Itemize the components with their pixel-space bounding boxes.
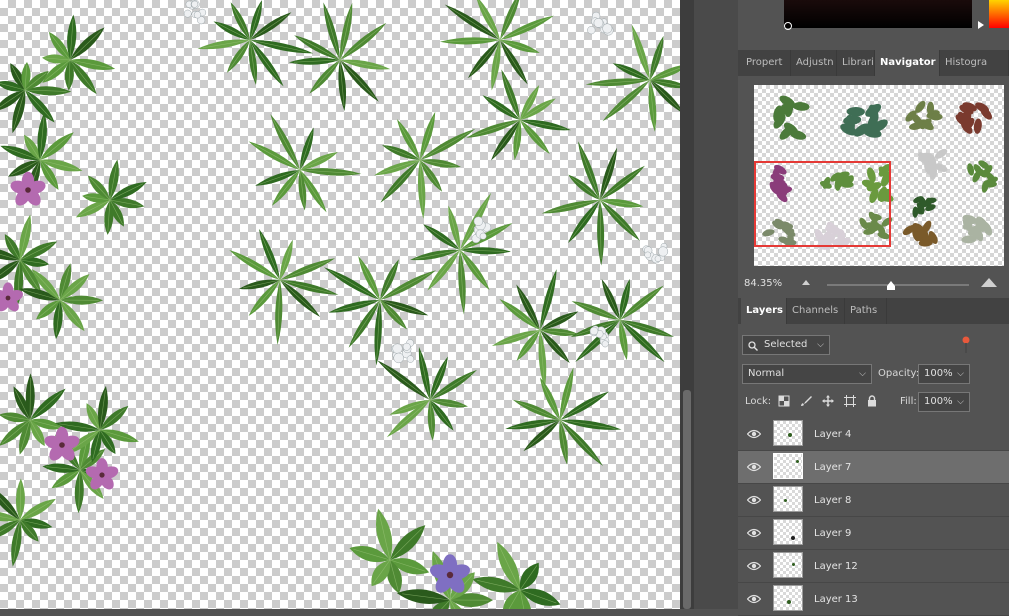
chevron-down-icon: ⌵ bbox=[957, 393, 964, 411]
layer-row[interactable]: Layer 13 bbox=[738, 583, 1009, 616]
lock-label: Lock: bbox=[745, 396, 771, 407]
layer-name[interactable]: Layer 9 bbox=[814, 517, 851, 550]
lock-all-icon[interactable] bbox=[866, 395, 878, 407]
opacity-value: 100% bbox=[924, 368, 953, 379]
chevron-down-icon: ⌵ bbox=[817, 336, 824, 354]
layer-row[interactable]: Layer 7 bbox=[738, 451, 1009, 484]
layer-name[interactable]: Layer 12 bbox=[814, 550, 858, 583]
eye-icon[interactable] bbox=[747, 561, 761, 571]
layer-name[interactable]: Layer 13 bbox=[814, 583, 858, 616]
search-icon bbox=[748, 341, 758, 351]
lock-transparent-pixels-icon[interactable] bbox=[778, 395, 790, 407]
eye-icon[interactable] bbox=[747, 429, 761, 439]
layer-row[interactable]: Layer 9 bbox=[738, 517, 1009, 550]
hue-slider[interactable] bbox=[989, 0, 1009, 28]
color-picker-field[interactable] bbox=[784, 0, 972, 28]
lock-position-icon[interactable] bbox=[822, 395, 834, 407]
panel-dock-gutter bbox=[694, 0, 738, 609]
zoom-out-mountain-icon[interactable] bbox=[802, 280, 810, 285]
tab-adjustments[interactable]: Adjustn bbox=[791, 50, 837, 76]
tab-libraries[interactable]: Librarie bbox=[837, 50, 875, 76]
layer-name[interactable]: Layer 4 bbox=[814, 418, 851, 451]
filter-toggle-icon[interactable] bbox=[961, 336, 971, 354]
eye-icon[interactable] bbox=[747, 462, 761, 472]
zoom-slider-thumb[interactable] bbox=[887, 281, 895, 290]
layer-filter-select[interactable]: Selected ⌵ bbox=[742, 335, 830, 355]
fill-input[interactable]: 100% ⌵ bbox=[918, 392, 970, 412]
layer-row[interactable]: Layer 12 bbox=[738, 550, 1009, 583]
eye-icon[interactable] bbox=[747, 594, 761, 604]
layer-thumbnail bbox=[773, 585, 803, 611]
eye-icon[interactable] bbox=[747, 528, 761, 538]
top-panel-tabbar: Propert Adjustn Librarie Navigator Histo… bbox=[738, 50, 1009, 76]
hue-slider-handle[interactable] bbox=[978, 21, 984, 29]
layer-thumbnail bbox=[773, 486, 803, 512]
plant-artwork bbox=[0, 0, 680, 609]
tab-properties[interactable]: Propert bbox=[741, 50, 791, 76]
zoom-slider-track[interactable] bbox=[827, 284, 969, 286]
zoom-in-mountain-icon[interactable] bbox=[981, 278, 997, 287]
layer-row[interactable]: Layer 4 bbox=[738, 418, 1009, 451]
tab-layers[interactable]: Layers bbox=[741, 298, 787, 324]
opacity-label: Opacity: bbox=[878, 368, 919, 379]
fill-value: 100% bbox=[924, 396, 953, 407]
blend-mode-value: Normal bbox=[748, 368, 784, 379]
layers-panel-tabbar: Layers Channels Paths bbox=[738, 298, 1009, 324]
opacity-input[interactable]: 100% ⌵ bbox=[918, 364, 970, 384]
tab-histogram[interactable]: Histogra bbox=[940, 50, 1009, 76]
color-picker-handle[interactable] bbox=[784, 22, 792, 30]
layer-thumbnail bbox=[773, 453, 803, 479]
document-canvas[interactable] bbox=[0, 0, 680, 609]
chevron-down-icon: ⌵ bbox=[859, 365, 866, 383]
canvas-scroll-thumb[interactable] bbox=[683, 390, 691, 609]
tab-paths[interactable]: Paths bbox=[845, 298, 887, 324]
navigator-view-rectangle[interactable] bbox=[754, 161, 891, 247]
layer-filter-value: Selected bbox=[764, 336, 807, 354]
layer-name[interactable]: Layer 8 bbox=[814, 484, 851, 517]
layer-thumbnail bbox=[773, 519, 803, 545]
zoom-level-input[interactable]: 84.35% bbox=[744, 278, 782, 289]
lock-artboard-icon[interactable] bbox=[844, 395, 856, 407]
chevron-down-icon: ⌵ bbox=[957, 365, 964, 383]
layer-thumbnail bbox=[773, 552, 803, 578]
layer-name[interactable]: Layer 7 bbox=[814, 451, 851, 484]
tab-navigator[interactable]: Navigator bbox=[875, 50, 940, 76]
tab-channels[interactable]: Channels bbox=[787, 298, 845, 324]
layer-thumbnail bbox=[773, 420, 803, 446]
blend-mode-select[interactable]: Normal ⌵ bbox=[742, 364, 872, 384]
eye-icon[interactable] bbox=[747, 495, 761, 505]
layer-row[interactable]: Layer 8 bbox=[738, 484, 1009, 517]
fill-label: Fill: bbox=[900, 396, 917, 407]
lock-image-pixels-icon[interactable] bbox=[800, 395, 812, 407]
